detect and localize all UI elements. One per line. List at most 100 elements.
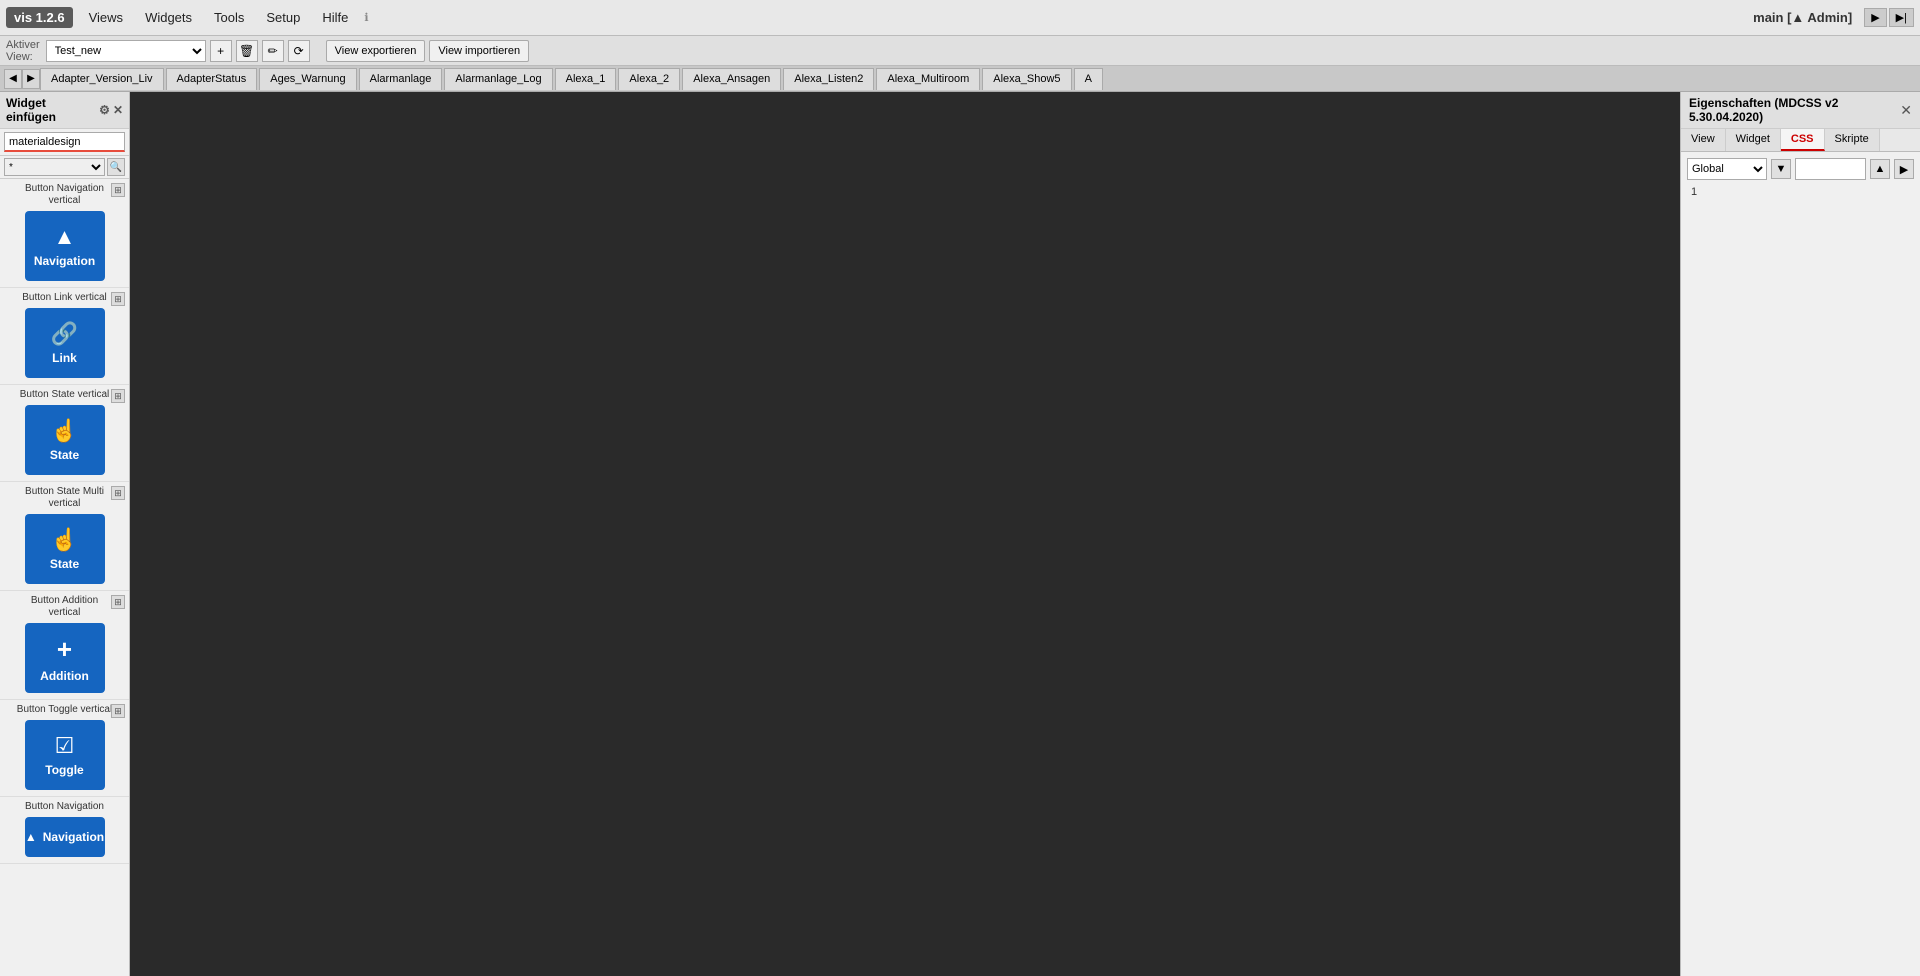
widget-state-vertical-icon: ☝: [51, 418, 78, 444]
maximize-btn[interactable]: ▶|: [1889, 8, 1914, 27]
widget-toggle-vertical-copy[interactable]: ⊞: [111, 704, 125, 718]
widget-link-vertical-copy[interactable]: ⊞: [111, 292, 125, 306]
widget-toggle-vertical-icon: ☑: [55, 733, 75, 759]
widget-addition-vertical-copy[interactable]: ⊞: [111, 595, 125, 609]
sidebar-header: Widget einfügen ⚙ ✕: [0, 92, 129, 129]
widget-nav-preview: ▲ Navigation: [25, 817, 105, 857]
tab-adapter-version[interactable]: Adapter_Version_Liv: [40, 68, 164, 90]
widget-state-vertical-preview: ☝ State: [25, 405, 105, 475]
menu-widgets[interactable]: Widgets: [135, 6, 202, 29]
refresh-view-btn[interactable]: ⟳: [288, 40, 310, 62]
tab-adapter-status[interactable]: AdapterStatus: [166, 68, 258, 90]
sidebar-header-icons: ⚙ ✕: [99, 103, 123, 117]
hilfe-info-icon[interactable]: ℹ: [364, 11, 368, 24]
sidebar-title: Widget einfügen: [6, 96, 99, 124]
menu-bar: vis 1.2.6 Views Widgets Tools Setup Hilf…: [0, 0, 1920, 36]
widget-state-multi-vertical-preview: ☝ State: [25, 514, 105, 584]
sidebar-filter-row: * 🔍: [0, 156, 129, 179]
widget-nav-label: Navigation: [43, 830, 104, 844]
edit-view-btn[interactable]: ✏: [262, 40, 284, 62]
tab-view[interactable]: View: [1681, 129, 1726, 151]
menu-views[interactable]: Views: [79, 6, 133, 29]
delete-view-btn[interactable]: 🗑: [236, 40, 258, 62]
widget-addition-vertical-preview: + Addition: [25, 623, 105, 693]
right-value-input[interactable]: [1795, 158, 1866, 180]
active-view-label: AktiverView:: [6, 39, 40, 63]
widget-nav-vertical-icon: ▲: [54, 224, 76, 250]
tab-alexa-show5[interactable]: Alexa_Show5: [982, 68, 1071, 90]
tab-alexa2[interactable]: Alexa_2: [618, 68, 680, 90]
import-view-btn[interactable]: View importieren: [429, 40, 529, 62]
right-panel-header: Eigenschaften (MDCSS v2 5.30.04.2020) ✕: [1681, 92, 1920, 129]
widget-link-vertical-title: Button Link vertical: [4, 292, 125, 304]
right-panel: Eigenschaften (MDCSS v2 5.30.04.2020) ✕ …: [1680, 92, 1920, 976]
right-panel-close-btn[interactable]: ✕: [1900, 102, 1912, 119]
view-selector[interactable]: Test_new: [46, 40, 206, 62]
right-arrow-right-btn[interactable]: ▶: [1894, 159, 1914, 179]
widget-addition-vertical-title: Button Additionvertical: [4, 595, 125, 619]
menu-setup[interactable]: Setup: [256, 6, 310, 29]
widget-state-multi-vertical-copy[interactable]: ⊞: [111, 486, 125, 500]
app-title: vis 1.2.6: [6, 7, 73, 28]
widget-state-vertical-title: Button State vertical: [4, 389, 125, 401]
tab-skripte[interactable]: Skripte: [1825, 129, 1880, 151]
tab-alexa-listen2[interactable]: Alexa_Listen2: [783, 68, 874, 90]
window-controls: ▶ ▶|: [1864, 8, 1914, 27]
tab-widget[interactable]: Widget: [1726, 129, 1781, 151]
tab-nav-right[interactable]: ▶: [22, 69, 40, 89]
widget-addition-vertical-label: Addition: [40, 669, 89, 683]
widget-button-toggle-vertical[interactable]: Button Toggle vertical ⊞ ☑ Toggle: [0, 700, 129, 797]
widget-link-vertical-label: Link: [52, 351, 77, 365]
menu-hilfe[interactable]: Hilfe: [312, 6, 358, 29]
widget-state-multi-vertical-label: State: [50, 557, 79, 571]
tab-css[interactable]: CSS: [1781, 129, 1825, 151]
sidebar-filter-select[interactable]: *: [4, 158, 105, 176]
right-global-row: Global ▼ ▲ ▶: [1687, 158, 1914, 180]
widget-toggle-vertical-preview: ☑ Toggle: [25, 720, 105, 790]
tab-alarmanlage-log[interactable]: Alarmanlage_Log: [444, 68, 552, 90]
right-global-select[interactable]: Global: [1687, 158, 1767, 180]
widget-button-addition-vertical[interactable]: Button Additionvertical ⊞ + Addition: [0, 591, 129, 700]
widget-state-vertical-copy[interactable]: ⊞: [111, 389, 125, 403]
widget-button-link-vertical[interactable]: Button Link vertical ⊞ 🔗 Link: [0, 288, 129, 385]
sidebar-close-icon[interactable]: ✕: [113, 103, 123, 117]
toolbar: AktiverView: Test_new + 🗑 ✏ ⟳ View expor…: [0, 36, 1920, 66]
sidebar: Widget einfügen ⚙ ✕ * 🔍 Button Navigatio…: [0, 92, 130, 976]
widget-button-navigation-vertical[interactable]: Button Navigationvertical ⊞ ▲ Navigation: [0, 179, 129, 288]
widget-addition-vertical-icon: +: [57, 634, 72, 665]
right-arrow-down-btn[interactable]: ▼: [1771, 159, 1791, 179]
widget-nav-vertical-copy[interactable]: ⊞: [111, 183, 125, 197]
widget-button-state-multi-vertical[interactable]: Button State Multivertical ⊞ ☝ State: [0, 482, 129, 591]
add-view-btn[interactable]: +: [210, 40, 232, 62]
restore-btn[interactable]: ▶: [1864, 8, 1886, 27]
tab-ages-warnung[interactable]: Ages_Warnung: [259, 68, 356, 90]
tab-nav-left[interactable]: ◀: [4, 69, 22, 89]
tab-a[interactable]: A: [1074, 68, 1103, 90]
widget-button-state-vertical[interactable]: Button State vertical ⊞ ☝ State: [0, 385, 129, 482]
widget-nav-title: Button Navigation: [4, 801, 125, 813]
sidebar-settings-icon[interactable]: ⚙: [99, 103, 110, 117]
widget-toggle-vertical-label: Toggle: [45, 763, 83, 777]
widget-link-vertical-icon: 🔗: [51, 321, 78, 347]
right-line-number: 1: [1687, 184, 1914, 200]
widget-nav-vertical-title: Button Navigationvertical: [4, 183, 125, 207]
export-view-btn[interactable]: View exportieren: [326, 40, 426, 62]
menu-tools[interactable]: Tools: [204, 6, 254, 29]
widget-button-navigation[interactable]: Button Navigation ▲ Navigation: [0, 797, 129, 864]
widget-state-multi-vertical-title: Button State Multivertical: [4, 486, 125, 510]
tab-alexa1[interactable]: Alexa_1: [555, 68, 617, 90]
widget-state-vertical-label: State: [50, 448, 79, 462]
tab-alexa-ansagen[interactable]: Alexa_Ansagen: [682, 68, 781, 90]
widget-toggle-vertical-title: Button Toggle vertical: [4, 704, 125, 716]
main-content: Widget einfügen ⚙ ✕ * 🔍 Button Navigatio…: [0, 92, 1920, 976]
sidebar-search-input[interactable]: [4, 132, 125, 152]
right-tabs: View Widget CSS Skripte: [1681, 129, 1920, 152]
right-arrow-up-btn[interactable]: ▲: [1870, 159, 1890, 179]
widget-nav-icon: ▲: [25, 830, 37, 844]
widget-nav-vertical-preview: ▲ Navigation: [25, 211, 105, 281]
tab-alarmanlage[interactable]: Alarmanlage: [359, 68, 443, 90]
right-panel-title: Eigenschaften (MDCSS v2 5.30.04.2020): [1689, 96, 1900, 124]
canvas-area[interactable]: [130, 92, 1680, 976]
sidebar-filter-btn[interactable]: 🔍: [107, 158, 125, 176]
tab-alexa-multiroom[interactable]: Alexa_Multiroom: [876, 68, 980, 90]
